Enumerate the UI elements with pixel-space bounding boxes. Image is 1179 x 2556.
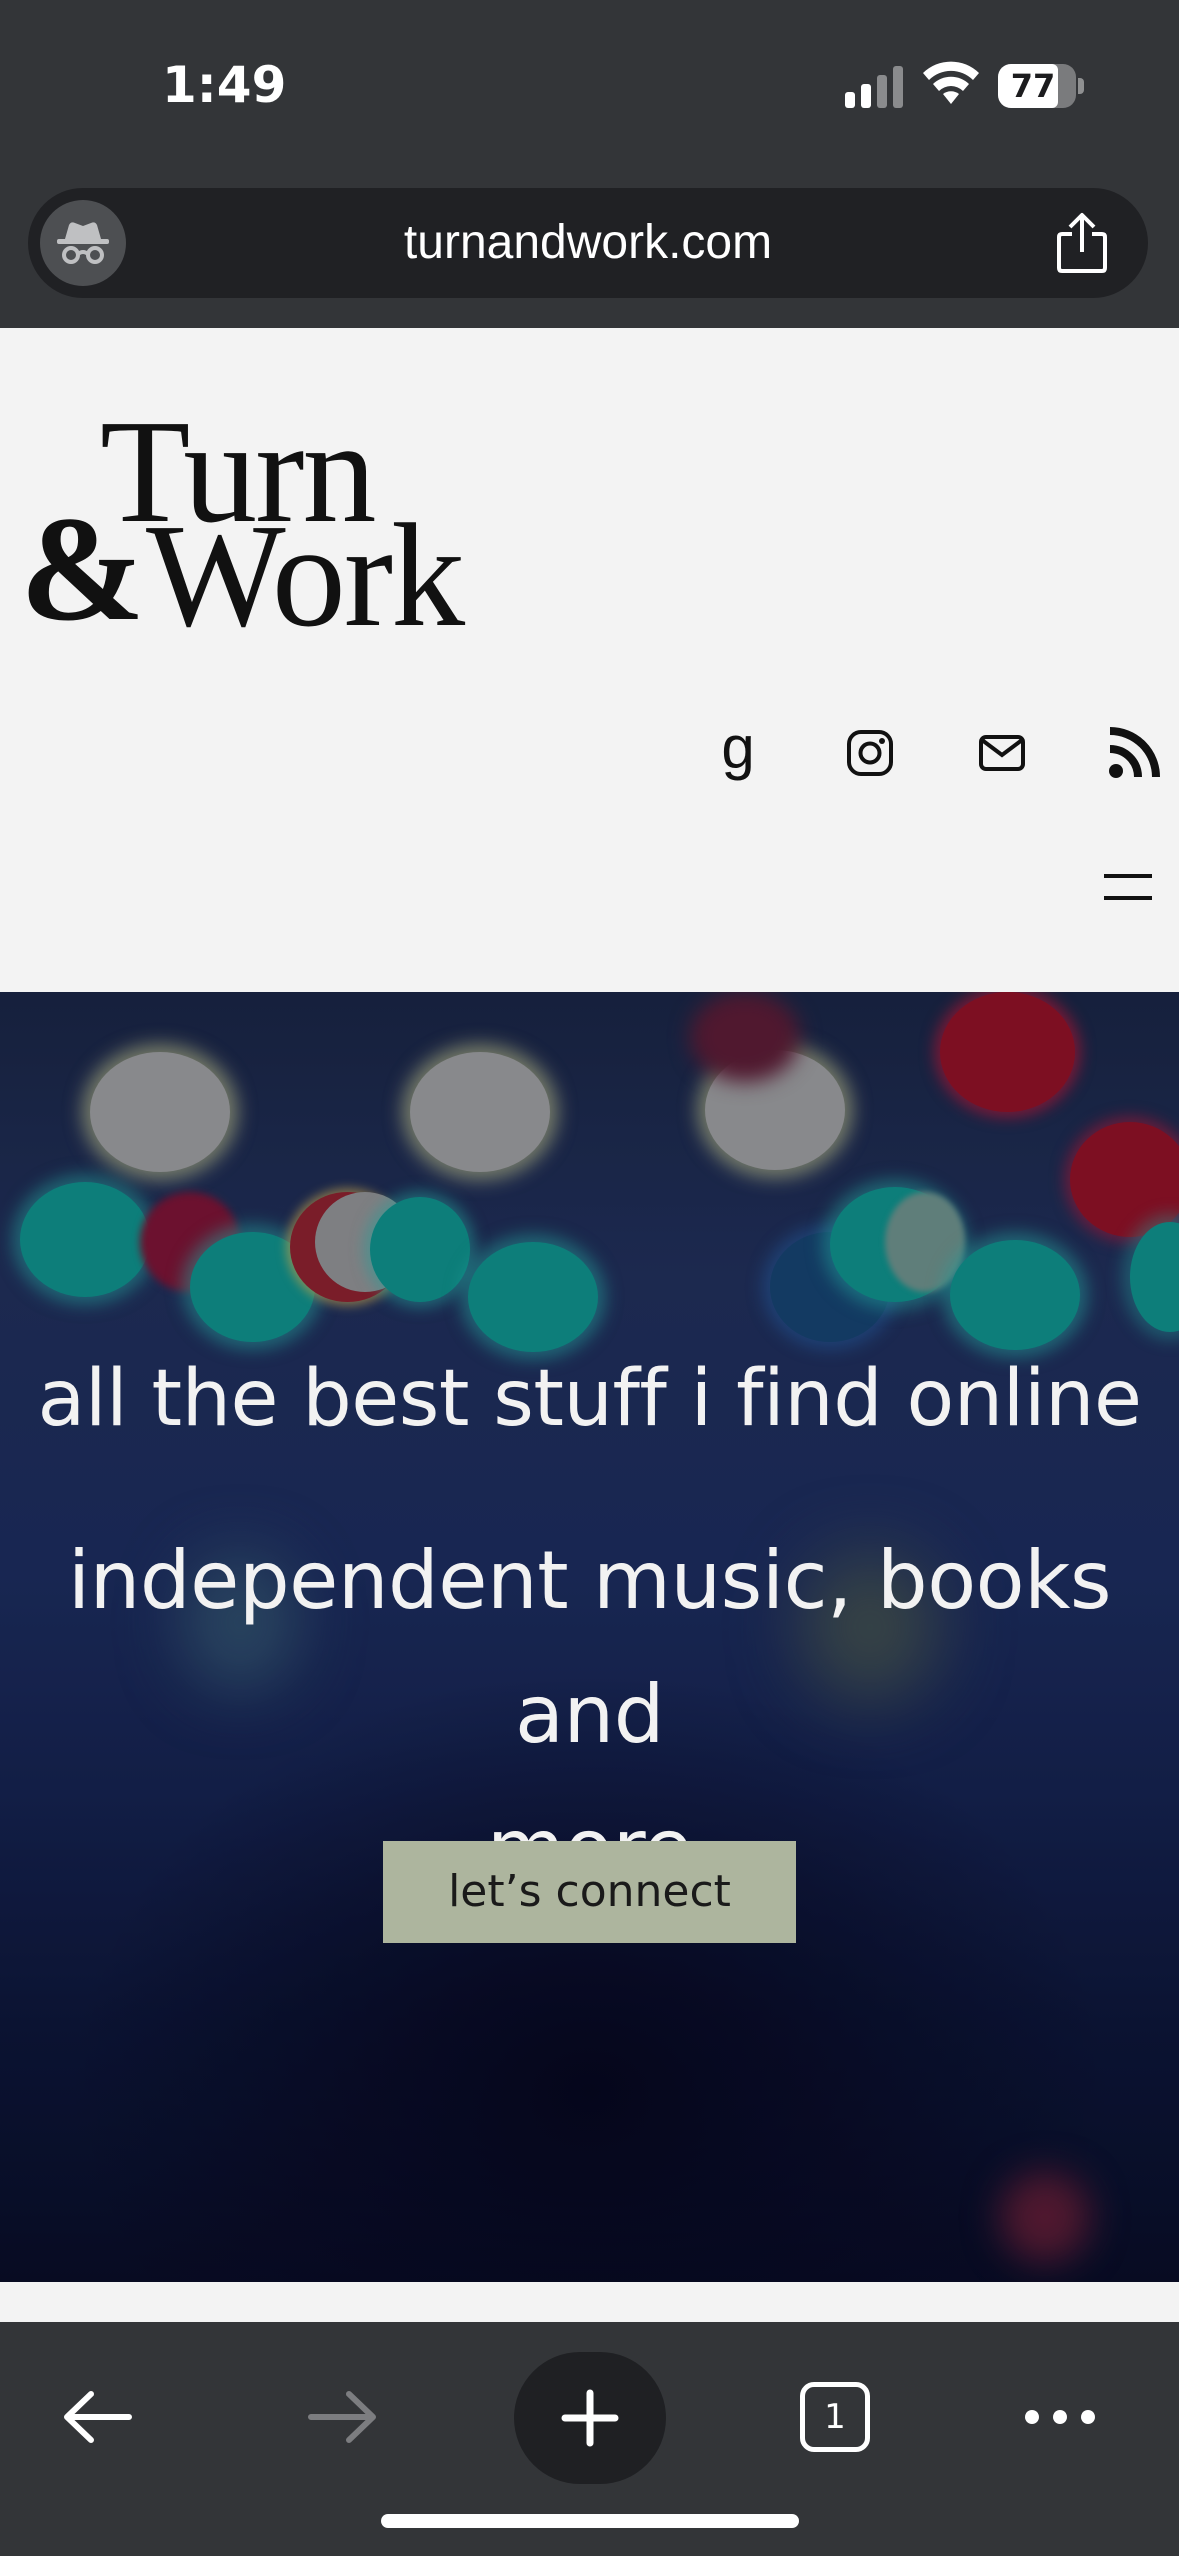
back-arrow-glyph-icon [64,2391,132,2443]
rss-icon[interactable] [1104,718,1164,788]
social-links: g [0,718,1179,788]
cellular-signal-icon [845,66,903,108]
home-indicator[interactable] [381,2514,799,2528]
tabs-button[interactable]: 1 [790,2362,880,2472]
status-time: 1:49 [162,56,287,114]
mail-icon[interactable] [972,718,1032,788]
tabs-icon: 1 [800,2382,870,2452]
mail-glyph-icon [979,735,1025,771]
instagram-icon[interactable] [840,718,900,788]
hamburger-menu-icon[interactable] [1100,866,1156,906]
more-icon[interactable] [1010,2362,1110,2472]
forward-arrow-icon[interactable] [298,2362,388,2472]
menu-line-top [1104,874,1152,878]
instagram-glyph-icon [847,730,893,776]
site-logo[interactable]: Turn & Work [18,398,498,650]
menu-line-bottom [1104,896,1152,900]
address-bar[interactable]: turnandwork.com [28,188,1148,298]
hero-tagline: all the best stuff i find online [37,1354,1142,1444]
battery-nub [1078,78,1084,94]
logo-work: Work [146,494,465,658]
goodreads-icon[interactable]: g [708,718,768,788]
back-arrow-icon[interactable] [52,2362,142,2472]
browser-top-chrome: 1:49 77 turnandwork.com [0,0,1179,328]
url-text[interactable]: turnandwork.com [28,188,1148,298]
logo-ampersand: & [20,486,145,652]
lets-connect-button[interactable]: let’s connect [383,1841,796,1943]
rss-glyph-icon [1109,727,1160,778]
page-continuation [0,2282,1179,2322]
site-header: Turn & Work g [0,328,1179,992]
battery-icon: 77 [998,64,1076,108]
share-icon[interactable] [1054,212,1110,274]
plus-icon [561,2389,619,2447]
hero-subtitle-line1: independent music, books and [67,1534,1112,1761]
hero-section: all the best stuff i find online indepen… [0,992,1179,2282]
goodreads-glyph: g [721,714,755,781]
wifi-icon [923,61,979,104]
more-dots-glyph-icon [1025,2410,1095,2424]
battery-percent: 77 [1010,67,1056,105]
forward-arrow-glyph-icon [308,2391,376,2443]
new-tab-button[interactable] [514,2352,666,2484]
